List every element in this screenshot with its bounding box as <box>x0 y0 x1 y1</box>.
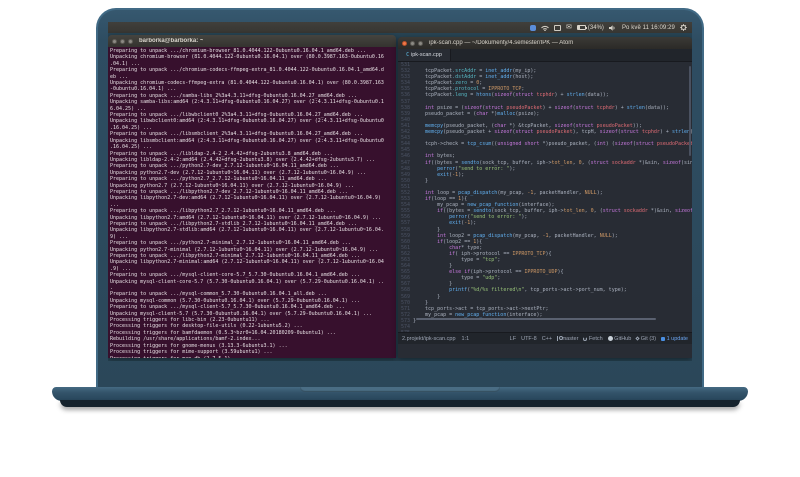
laptop-base <box>52 387 748 401</box>
statusbar-fetch[interactable]: Fetch <box>583 335 603 342</box>
code-text: pseudo_packet = (char *)malloc(psize); <box>413 110 540 117</box>
terminal-output[interactable]: Preparing to unpack .../chromium-browser… <box>108 47 396 358</box>
atom-title: ipk-scan.cpp — ~/Dokumenty/4.semester/IP… <box>429 40 574 46</box>
laptop-lid: ✉ (34%) Po kvě 11 16:09:29 barborka@barb… <box>96 8 704 387</box>
battery-percentage: (34%) <box>587 24 604 31</box>
terminal-line: Unpacking libpython2.7-stdlib:amd64 (2.7… <box>110 227 384 234</box>
terminal-line: Preparing to unpack .../chromium-codecs-… <box>110 67 384 74</box>
code-text: tcph->check = tcp_csum((unsigned short *… <box>413 141 692 148</box>
battery-icon <box>576 25 587 30</box>
battery-indicator[interactable]: (34%) <box>576 24 604 31</box>
mail-icon[interactable]: ✉ <box>566 24 572 31</box>
update-icon <box>661 336 666 341</box>
keyboard-layout-icon[interactable] <box>554 24 562 31</box>
minimize-button[interactable] <box>120 38 125 44</box>
terminal-line: Unpacking chromium-browser (81.0.4044.12… <box>110 54 384 61</box>
tab-label: ipk-scan.cpp <box>411 52 442 58</box>
statusbar-label: UTF-8 <box>521 335 537 342</box>
code-text: memcpy(pseudo_packet + sizeof(struct pse… <box>425 129 692 136</box>
volume-icon[interactable] <box>608 24 617 31</box>
statusbar-label: C++ <box>541 335 553 342</box>
tab-ipk-scan-cpp[interactable]: C ipk-scan.cpp <box>398 49 451 61</box>
terminal-line: Unpacking python2.7 (2.7.12-1ubuntu0~16.… <box>110 182 354 189</box>
terminal-line: Preparing to unpack .../libsmbclient_2%3… <box>110 131 363 138</box>
laptop-base-edge <box>60 400 740 407</box>
statusbar-label: 1 update <box>666 335 688 342</box>
terminal-title: barborka@barborka: ~ <box>139 38 204 44</box>
code-text: tcpPacket.leng = htons(sizeof(struct tcp… <box>413 92 609 99</box>
statusbar-1-update[interactable]: 1 update <box>661 336 688 342</box>
atom-statusbar: 2.projekt/ipk-scan.cpp 1:1 LF UTF-8 C++ mas… <box>398 332 692 344</box>
branch-icon <box>557 336 564 341</box>
statusbar-github[interactable]: GitHub <box>607 335 632 342</box>
laptop-mockup: ✉ (34%) Po kvě 11 16:09:29 barborka@barb… <box>0 0 800 477</box>
terminal-line: Processing triggers for man-db (2.7.5-1)… <box>110 356 394 359</box>
horizontal-scrollbar[interactable] <box>416 318 656 320</box>
statusbar-label: Git (3) <box>640 335 657 342</box>
close-button[interactable] <box>402 40 407 46</box>
sync-icon <box>583 336 588 341</box>
clock[interactable]: Po kvě 11 16:09:29 <box>622 25 675 31</box>
terminal-titlebar[interactable]: barborka@barborka: ~ <box>108 35 396 47</box>
statusbar-label: Fetch <box>588 335 603 342</box>
input-method-icon[interactable] <box>530 24 537 31</box>
desktop: ✉ (34%) Po kvě 11 16:09:29 barborka@barb… <box>108 22 692 361</box>
terminal-line: Unpacking libpython2.7-dev:amd64 (2.7.12… <box>110 195 381 202</box>
terminal-window: barborka@barborka: ~ Preparing to unpack… <box>108 35 396 358</box>
statusbar-git-3-[interactable]: Git (3) <box>635 335 657 342</box>
terminal-line: Unpacking libsmbclient:amd64 (2:4.3.11+d… <box>110 137 384 144</box>
atom-window: ipk-scan.cpp — ~/Dokumenty/4.semester/IP… <box>398 37 692 358</box>
maximize-button[interactable] <box>418 40 423 46</box>
statusbar-master[interactable]: master <box>557 336 578 342</box>
statusbar-label: GitHub <box>614 335 632 342</box>
unity-panel: ✉ (34%) Po kvě 11 16:09:29 <box>108 22 692 33</box>
cpp-file-icon: C <box>406 52 410 58</box>
terminal-line: Unpacking mysql-client-core-5.7 (5.7.30-… <box>110 278 384 285</box>
minimize-button[interactable] <box>410 40 415 46</box>
vertical-scrollbar[interactable] <box>689 66 691 156</box>
statusbar-label: master <box>561 335 579 342</box>
atom-tabbar: C ipk-scan.cpp <box>398 49 692 62</box>
code-editor[interactable]: 531 532 tcpPacket.srcAddr = inet_addr(my… <box>398 62 692 332</box>
code-line: 575 <box>398 330 692 332</box>
statusbar-label: LF <box>509 335 517 342</box>
line-number: 575 <box>398 330 413 332</box>
statusbar-c-[interactable]: C++ <box>542 336 552 342</box>
code-text: printf("%d/%s filtered\n", tcp_ports->ac… <box>449 287 627 294</box>
terminal-line: Unpacking samba-libs:amd64 (2:4.3.11+dfs… <box>110 99 384 106</box>
git-icon <box>635 336 640 341</box>
maximize-button[interactable] <box>128 38 133 44</box>
code-line: 542 memcpy(pseudo_packet + sizeof(struct… <box>398 129 692 135</box>
terminal-line: Unpacking libwbclient0:amd64 (2:4.3.11+d… <box>110 118 384 125</box>
statusbar-utf-8[interactable]: UTF-8 <box>521 336 537 342</box>
cursor-position[interactable]: 1:1 <box>462 336 470 342</box>
statusbar-lf[interactable]: LF <box>510 336 516 342</box>
file-path[interactable]: 2.projekt/ipk-scan.cpp <box>402 336 456 342</box>
code-line: 544 tcph->check = tcp_csum((unsigned sho… <box>398 141 692 147</box>
wifi-icon[interactable] <box>541 25 549 31</box>
github-icon <box>607 336 613 341</box>
laptop-notch <box>300 387 500 392</box>
terminal-line: Unpacking libpython2.7-minimal:amd64 (2.… <box>110 259 384 266</box>
terminal-line: Preparing to unpack .../mysql-client-cor… <box>110 272 360 279</box>
close-button[interactable] <box>112 38 117 44</box>
gear-icon[interactable] <box>680 24 687 31</box>
atom-titlebar[interactable]: ipk-scan.cpp — ~/Dokumenty/4.semester/IP… <box>398 37 692 49</box>
